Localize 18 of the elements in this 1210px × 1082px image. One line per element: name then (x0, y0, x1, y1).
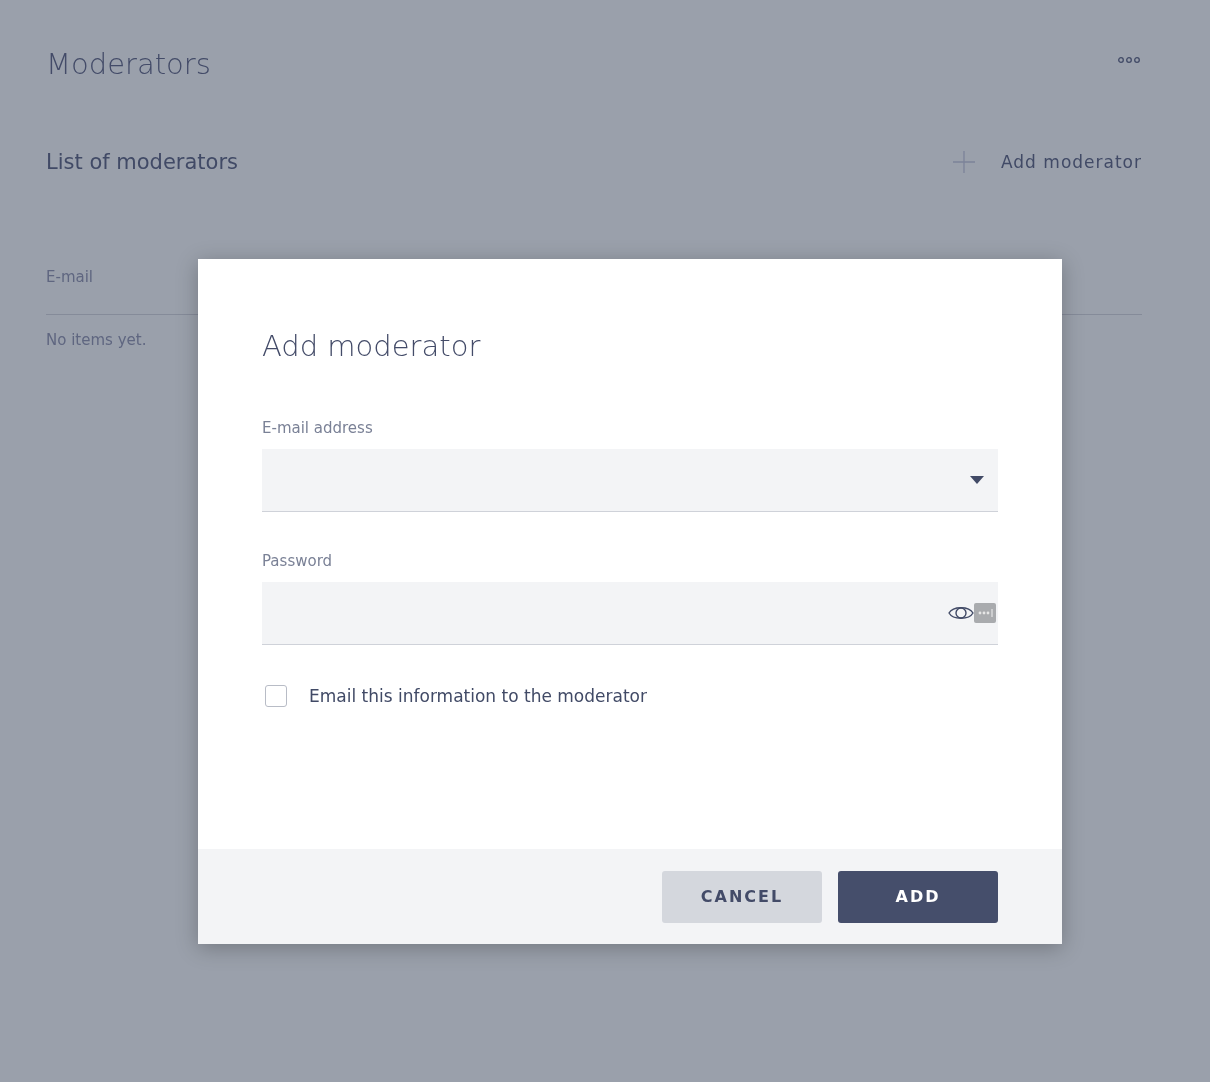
field-label: E-mail address (262, 419, 374, 437)
field-label: Password (262, 552, 334, 570)
checkbox[interactable] (265, 685, 287, 707)
password-field[interactable] (262, 582, 998, 645)
page-title: Moderators (46, 47, 211, 81)
more-icon[interactable] (1118, 57, 1140, 63)
add-button[interactable]: ADD (838, 870, 998, 923)
column-header: E-mail (46, 268, 94, 286)
caret-icon (970, 476, 984, 484)
empty-message: No items yet. (46, 331, 147, 349)
cancel-button[interactable]: CANCEL (662, 870, 822, 923)
eye-icon[interactable] (948, 604, 974, 622)
checkbox-label: Email this information to the moderator (309, 686, 647, 706)
email-select[interactable] (262, 449, 998, 512)
add-moderator-button[interactable]: Add moderator (953, 151, 1142, 173)
plus-icon (953, 151, 975, 173)
dialog-title: Add moderator (262, 329, 482, 363)
section-title: List of moderators (46, 150, 238, 174)
